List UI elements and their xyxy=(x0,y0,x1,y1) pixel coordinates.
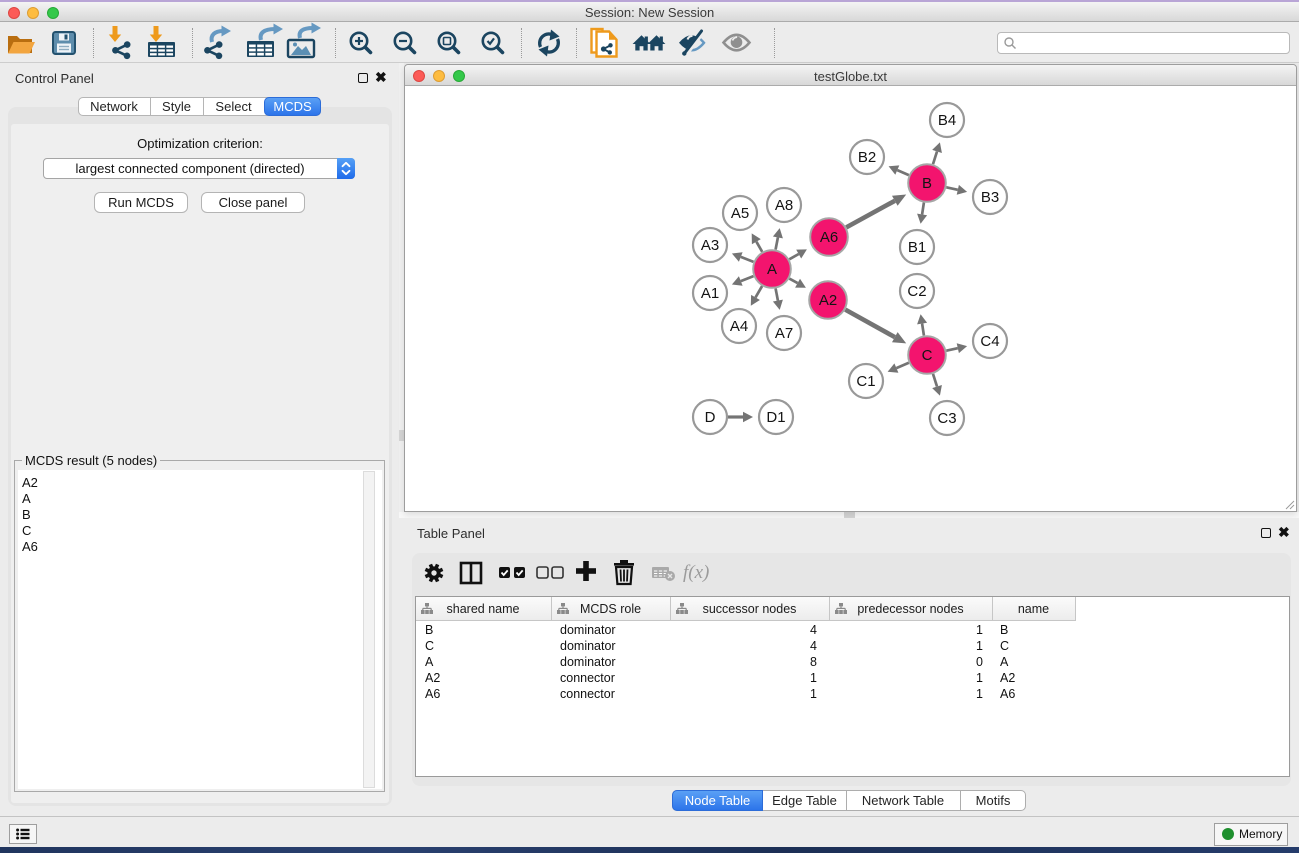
svg-text:A1: A1 xyxy=(701,285,719,302)
svg-text:A: A xyxy=(767,261,777,278)
svg-text:B: B xyxy=(922,175,932,192)
svg-text:A4: A4 xyxy=(730,318,748,335)
svg-text:B3: B3 xyxy=(981,189,999,206)
svg-text:D1: D1 xyxy=(766,409,785,426)
svg-text:A5: A5 xyxy=(731,205,749,222)
svg-text:C: C xyxy=(922,347,933,364)
svg-text:C4: C4 xyxy=(980,333,999,350)
svg-text:D: D xyxy=(705,409,716,426)
svg-text:B1: B1 xyxy=(908,239,926,256)
svg-text:C3: C3 xyxy=(937,410,956,427)
svg-text:A3: A3 xyxy=(701,237,719,254)
svg-text:A2: A2 xyxy=(819,292,837,309)
svg-text:C1: C1 xyxy=(856,373,875,390)
svg-text:B4: B4 xyxy=(938,112,956,129)
svg-text:C2: C2 xyxy=(907,283,926,300)
svg-text:A6: A6 xyxy=(820,229,838,246)
svg-text:B2: B2 xyxy=(858,149,876,166)
svg-text:A7: A7 xyxy=(775,325,793,342)
svg-text:A8: A8 xyxy=(775,197,793,214)
